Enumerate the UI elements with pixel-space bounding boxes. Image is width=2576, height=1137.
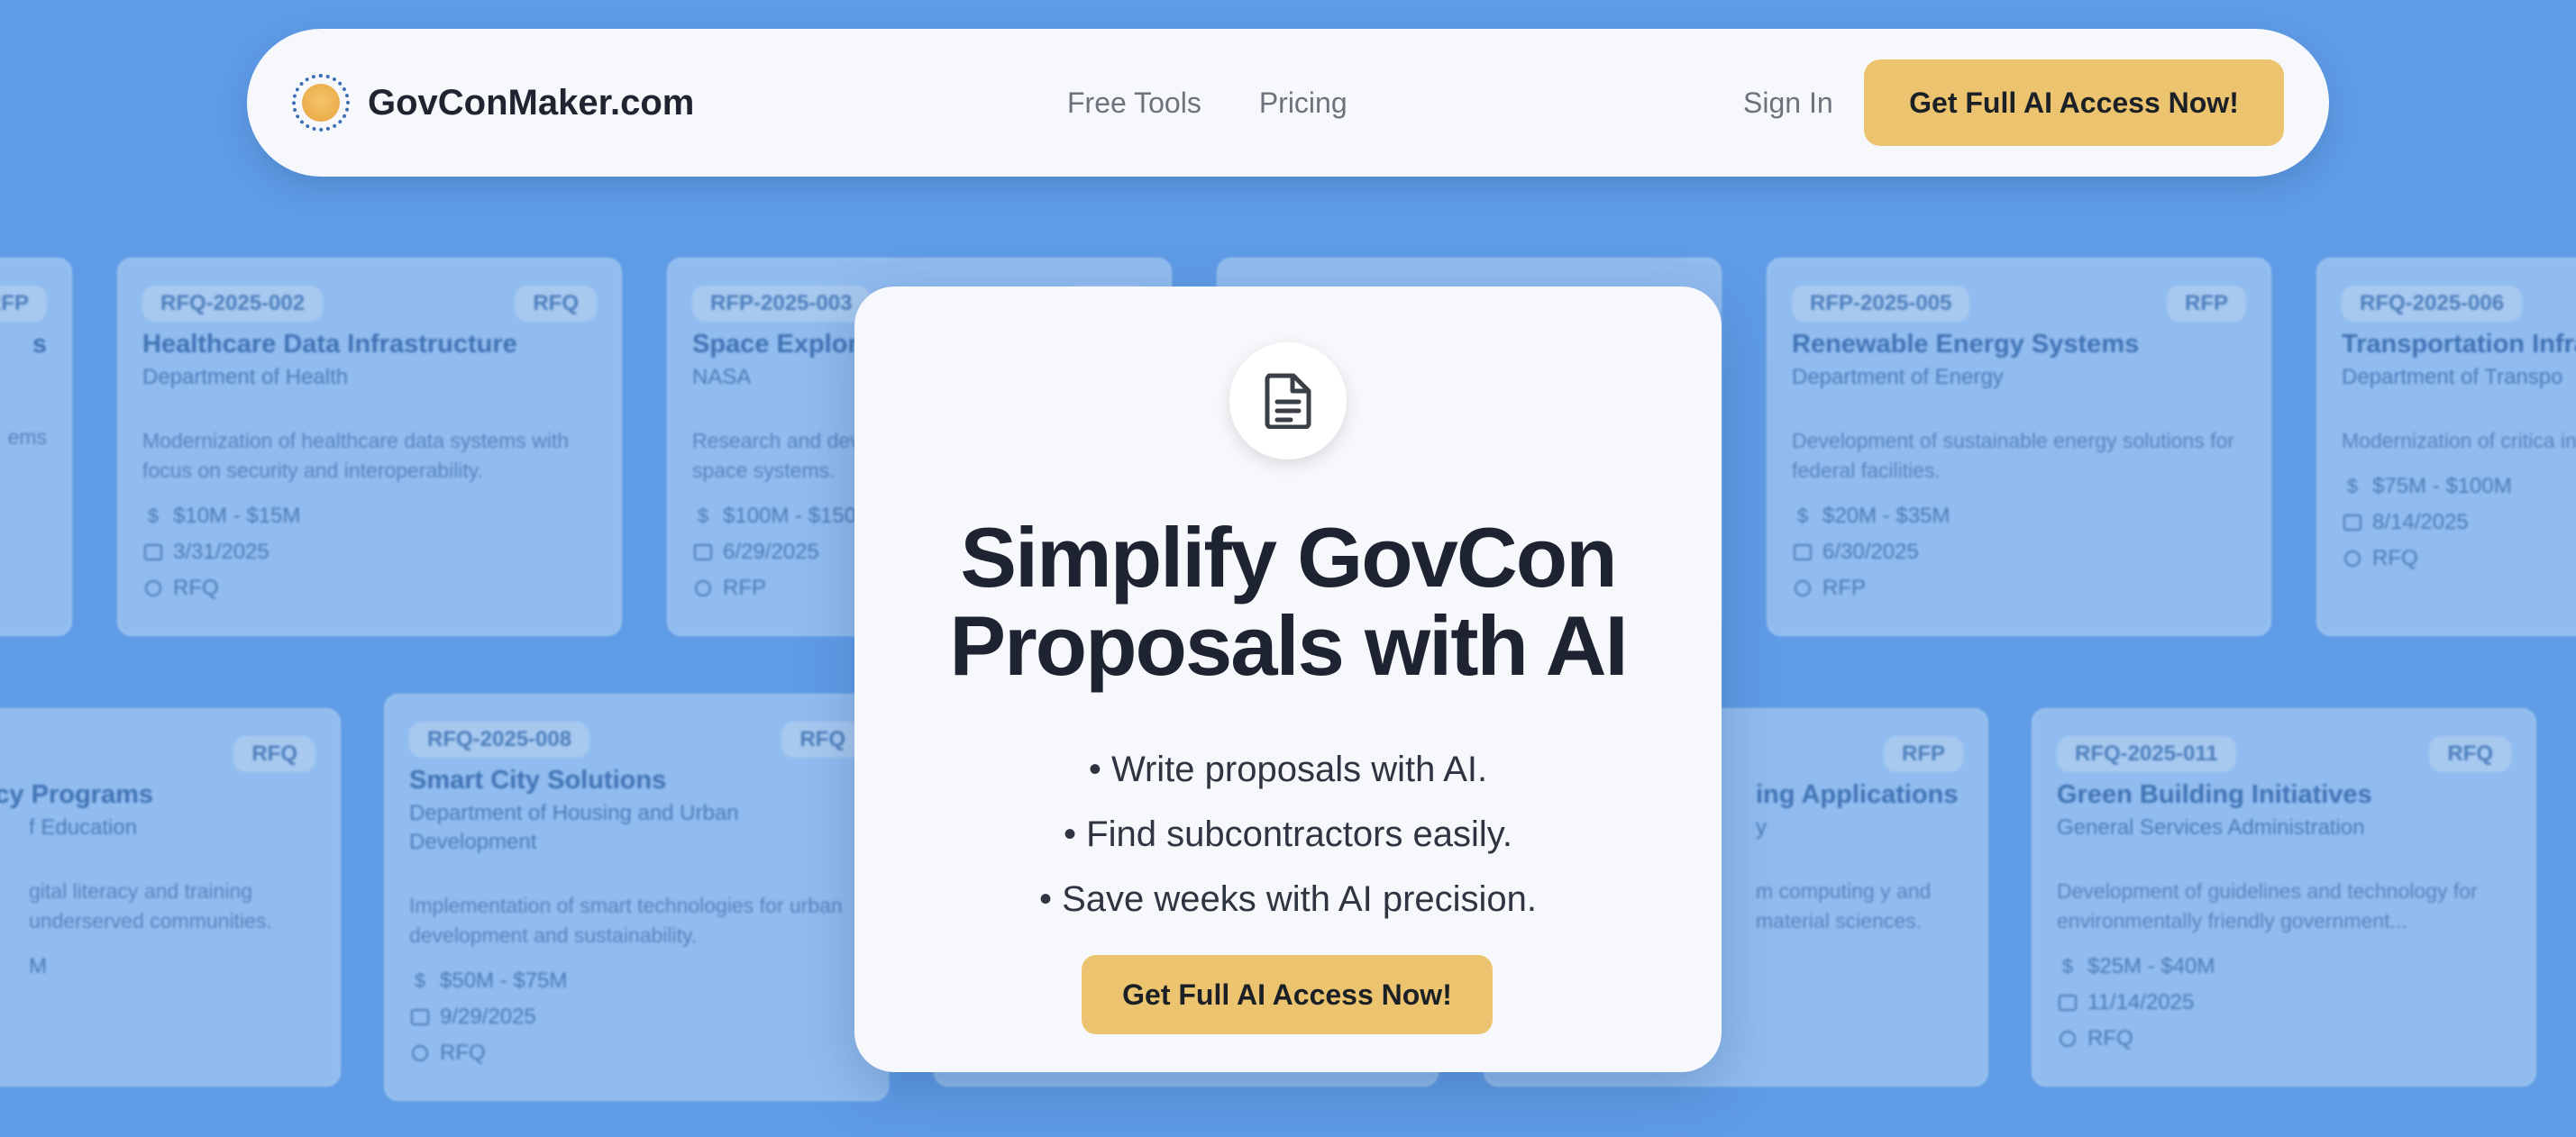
card-kind: RFP	[1822, 576, 1866, 600]
dollar-icon: $	[2061, 955, 2074, 978]
card-value: $50M - $75M	[440, 969, 568, 993]
nav-links: Free Tools Pricing	[1067, 86, 1347, 120]
rfp-card: RFQ-2025-011 RFQ Green Building Initiati…	[2032, 708, 2536, 1087]
card-type-badge: RFQ	[781, 722, 863, 758]
card-id-badge: RFP-2025-003	[692, 286, 871, 322]
rfp-card: 014 RFQ acy Programs f Education gital l…	[0, 708, 341, 1087]
card-id-badge: RFQ-2025-002	[142, 286, 324, 322]
sign-in-link[interactable]: Sign In	[1743, 86, 1833, 120]
card-description: Implementation of smart technologies for…	[409, 894, 843, 947]
card-department: f Education	[29, 815, 138, 840]
calendar-icon	[144, 544, 162, 560]
card-id-badge: RFQ-2025-006	[2342, 286, 2523, 322]
card-kind: RFQ	[440, 1041, 486, 1065]
card-department: Department of Health	[142, 365, 349, 389]
card-title: Transportation Infra	[2342, 330, 2576, 359]
card-kind: RFQ	[2372, 546, 2418, 570]
card-id-badge: RFQ-2025-011	[2057, 736, 2236, 772]
dollar-icon: $	[147, 505, 160, 527]
card-value: $25M - $40M	[2087, 954, 2215, 978]
card-value: $75M - $100M	[2372, 474, 2512, 498]
shield-icon	[412, 1045, 428, 1061]
card-value: $10M - $15M	[173, 504, 301, 528]
card-kind: RFQ	[173, 576, 219, 600]
card-department: Department of Transpo	[2342, 365, 2563, 389]
brand-logo-link[interactable]: GovConMaker.com	[292, 74, 694, 132]
calendar-icon	[1794, 544, 1812, 560]
card-date: 6/30/2025	[1822, 540, 1919, 564]
card-value: $20M - $35M	[1822, 504, 1950, 528]
dollar-icon: $	[1796, 505, 1809, 527]
dollar-icon: $	[2346, 475, 2359, 497]
shield-icon	[1795, 580, 1811, 596]
card-type-badge: RFP	[2167, 286, 2246, 322]
card-title: Green Building Initiatives	[2057, 780, 2372, 809]
calendar-icon	[2059, 995, 2077, 1011]
card-kind: RFP	[723, 576, 766, 600]
shield-icon	[2344, 550, 2361, 567]
card-date: 6/29/2025	[723, 540, 819, 564]
shield-icon	[695, 580, 711, 596]
card-title: acy Programs	[0, 780, 153, 809]
hero-cta-button[interactable]: Get Full AI Access Now!	[1082, 955, 1493, 1034]
card-kind: RFQ	[2087, 1026, 2133, 1051]
nav-link-pricing[interactable]: Pricing	[1259, 86, 1347, 120]
nav-link-free-tools[interactable]: Free Tools	[1067, 86, 1201, 120]
card-date: 9/29/2025	[440, 1005, 536, 1029]
card-value: M	[29, 954, 47, 978]
card-date: 3/31/2025	[173, 540, 269, 564]
dollar-icon: $	[697, 505, 709, 527]
card-title: Renewable Energy Systems	[1792, 330, 2140, 359]
card-value: $100M - $150M	[723, 504, 875, 528]
rfp-card: RFP-2025-005 RFP Renewable Energy System…	[1767, 258, 2271, 636]
calendar-icon	[411, 1009, 429, 1025]
card-id-badge: RFP-2025-005	[1792, 286, 1970, 322]
card-department: Department of Housing and Urban Developm…	[409, 801, 739, 854]
card-date: 11/14/2025	[2087, 990, 2195, 1014]
hero-feature-item: • Write proposals with AI.	[1088, 750, 1488, 789]
card-description: Development of sustainable energy soluti…	[1792, 429, 2234, 482]
document-icon	[1229, 342, 1347, 459]
rfp-card: RFP s ems	[0, 258, 72, 636]
hero-feature-item: • Save weeks with AI precision.	[1038, 879, 1538, 919]
card-description: ems	[7, 425, 47, 449]
dollar-icon: $	[414, 969, 426, 992]
card-title: Healthcare Data Infrastructure	[142, 330, 517, 359]
card-type-badge: RFQ	[2429, 736, 2511, 772]
card-id-badge: RFQ-2025-008	[409, 722, 590, 758]
hero-feature-item: • Find subcontractors easily.	[1064, 814, 1512, 854]
card-description: Modernization of healthcare data systems…	[142, 429, 570, 482]
card-description: gital literacy and training underserved …	[29, 879, 272, 932]
card-title: s	[32, 330, 47, 359]
card-department: General Services Administration	[2057, 815, 2365, 840]
card-type-badge: RFP	[0, 286, 47, 322]
card-type-badge: RFQ	[515, 286, 597, 322]
card-date: 8/14/2025	[2372, 510, 2469, 534]
nav-cta-button[interactable]: Get Full AI Access Now!	[1864, 59, 2284, 146]
shield-icon	[145, 580, 161, 596]
card-type-badge: RFP	[1884, 736, 1963, 772]
hero-feature-list: • Write proposals with AI. • Find subcon…	[854, 737, 1722, 932]
card-description: Development of guidelines and technology…	[2057, 879, 2478, 932]
top-navbar: GovConMaker.com Free Tools Pricing Sign …	[247, 29, 2329, 177]
rfp-card: RFQ-2025-006 RFQ Transportation Infra De…	[2316, 258, 2576, 636]
calendar-icon	[2343, 514, 2361, 531]
card-department: Department of Energy	[1792, 365, 2004, 389]
brand-name: GovConMaker.com	[368, 82, 695, 123]
card-title: Smart City Solutions	[409, 766, 667, 795]
sun-seal-icon	[292, 74, 350, 132]
rfp-card: RFQ-2025-002 RFQ Healthcare Data Infrast…	[117, 258, 622, 636]
shield-icon	[2060, 1031, 2076, 1047]
calendar-icon	[694, 544, 712, 560]
card-description: Modernization of critica infrastructure …	[2342, 429, 2576, 452]
hero-card: Simplify GovCon Proposals with AI • Writ…	[854, 287, 1722, 1072]
hero-title: Simplify GovCon Proposals with AI	[949, 510, 1628, 693]
rfp-card: RFQ-2025-008 RFQ Smart City Solutions De…	[384, 694, 889, 1101]
card-type-badge: RFQ	[233, 736, 315, 772]
